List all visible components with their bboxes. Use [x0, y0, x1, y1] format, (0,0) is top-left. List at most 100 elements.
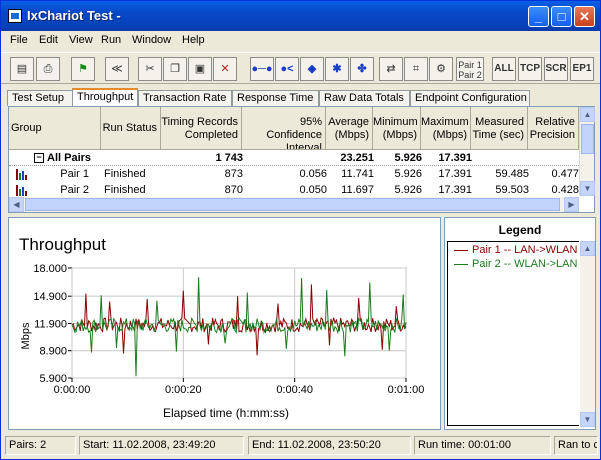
- col-maximum-line2: (Mbps): [432, 129, 467, 141]
- tab-strip: Test Setup Throughput Transaction Rate R…: [1, 88, 600, 106]
- table-hscroll-thumb[interactable]: [25, 198, 560, 211]
- table-row[interactable]: Pair 2 Finished 870 0.050 11.697 5.926 1…: [9, 183, 579, 198]
- throughput-chart: Throughput Mbps Elapsed time (h:mm:ss) 1…: [19, 235, 424, 420]
- legend-list: Pair 1 -- LAN->WLAN Pair 2 -- WLAN->LAN: [447, 241, 579, 426]
- menu-file[interactable]: File: [10, 34, 28, 46]
- x-tick-label: 0:00:40: [276, 384, 313, 396]
- all-pairs-label: All Pairs: [47, 152, 92, 164]
- options-icon[interactable]: ⚙: [429, 57, 453, 81]
- collapse-icon[interactable]: −: [34, 153, 44, 163]
- print-icon[interactable]: ⎙: [36, 57, 60, 81]
- menu-edit[interactable]: Edit: [39, 34, 58, 46]
- pair-status: Finished: [104, 184, 146, 196]
- y-tick-label: 8.900: [39, 346, 67, 358]
- col-minimum[interactable]: Minimum (Mbps): [373, 107, 421, 150]
- pair-maximum: 17.391: [438, 168, 472, 180]
- x-tick-label: 0:00:20: [165, 384, 202, 396]
- status-start: Start: 11.02.2008, 23:49:20: [79, 436, 244, 455]
- tab-transaction-rate[interactable]: Transaction Rate: [138, 90, 232, 106]
- menu-window[interactable]: Window: [132, 34, 171, 46]
- all-pairs-records: 1 743: [215, 152, 243, 164]
- save-icon[interactable]: ▤: [10, 57, 34, 81]
- tab-raw-data-totals[interactable]: Raw Data Totals: [319, 90, 410, 106]
- tab-endpoint-configuration[interactable]: Endpoint Configuration: [410, 90, 530, 106]
- col-confidence-line2: Interval: [285, 142, 322, 150]
- pair-average: 11.741: [341, 168, 374, 180]
- multi-pair-icon[interactable]: ✤: [350, 57, 374, 81]
- table-row-all-pairs[interactable]: − All Pairs 1 743 23.251 5.926 17.391: [9, 151, 579, 166]
- status-runtime: Run time: 00:01:00: [414, 436, 551, 455]
- col-group[interactable]: Group: [9, 107, 101, 150]
- col-average[interactable]: Average (Mbps): [326, 107, 373, 150]
- x-tick-label: 0:00:00: [54, 384, 91, 396]
- tab-throughput[interactable]: Throughput: [72, 88, 138, 106]
- scroll-down-icon[interactable]: ▼: [580, 181, 595, 196]
- cut-icon[interactable]: ✂: [138, 57, 162, 81]
- all-pairs-maximum: 17.391: [438, 152, 472, 164]
- table-vertical-scrollbar[interactable]: ▲ ▼: [579, 107, 595, 196]
- col-run-status[interactable]: Run Status: [101, 107, 161, 150]
- pair-precision: 0.477: [551, 168, 579, 180]
- pair-name: Pair 1: [60, 168, 89, 180]
- pair-name: Pair 2: [60, 184, 89, 196]
- scroll-up-icon[interactable]: ▲: [580, 241, 595, 256]
- col-confidence-line1: 95% Confidence: [266, 116, 322, 141]
- pair-status: Finished: [104, 168, 146, 180]
- col-measured-time-line1: Measured: [475, 116, 524, 128]
- pair-average: 11.697: [341, 184, 374, 196]
- col-relative-precision[interactable]: Relative Precision: [528, 107, 579, 150]
- filter-ep1-button[interactable]: EP1: [570, 57, 594, 81]
- swap-endpoints-icon[interactable]: ⇄: [379, 57, 403, 81]
- legend-title: Legend: [498, 223, 542, 237]
- col-maximum[interactable]: Maximum (Mbps): [421, 107, 471, 150]
- col-timing-records[interactable]: Timing Records Completed: [161, 107, 242, 150]
- status-pairs: Pairs: 2: [5, 436, 76, 455]
- add-multicast-icon[interactable]: ●<: [275, 57, 299, 81]
- close-button[interactable]: ✕: [574, 6, 595, 27]
- delete-icon[interactable]: ✕: [213, 57, 237, 81]
- app-icon: [8, 9, 22, 23]
- filter-scr-button[interactable]: SCR: [544, 57, 568, 81]
- menu-view[interactable]: View: [69, 34, 93, 46]
- table-vscroll-thumb[interactable]: [581, 124, 594, 154]
- y-tick-label: 18.000: [33, 263, 67, 275]
- run-icon[interactable]: ⚑: [71, 57, 95, 81]
- window-title: IxChariot Test -: [27, 8, 121, 23]
- minimize-button[interactable]: _: [528, 6, 549, 27]
- scroll-right-icon[interactable]: ▶: [564, 197, 579, 212]
- pair-confidence: 0.050: [299, 184, 327, 196]
- paste-icon[interactable]: ▣: [188, 57, 212, 81]
- maximize-button[interactable]: □: [551, 6, 572, 27]
- col-confidence[interactable]: 95% Confidence Interval: [242, 107, 326, 150]
- col-maximum-line1: Maximum: [421, 116, 469, 128]
- tab-response-time[interactable]: Response Time: [232, 90, 319, 106]
- stop-icon[interactable]: ≪: [105, 57, 129, 81]
- col-measured-time[interactable]: Measured Time (sec): [471, 107, 528, 150]
- legend-scrollbar[interactable]: ▲ ▼: [580, 241, 595, 427]
- menu-help[interactable]: Help: [182, 34, 205, 46]
- pair-toggle-button[interactable]: Pair 1 Pair 2: [456, 57, 484, 81]
- pair-toggle-line1: Pair 1: [458, 60, 482, 70]
- menu-run[interactable]: Run: [101, 34, 121, 46]
- col-minimum-line2: (Mbps): [382, 129, 417, 141]
- copy-icon[interactable]: ❐: [163, 57, 187, 81]
- filter-tcp-button[interactable]: TCP: [518, 57, 542, 81]
- legend-label: Pair 2 -- WLAN->LAN: [472, 258, 578, 270]
- filter-icon[interactable]: ⌗: [404, 57, 428, 81]
- y-tick-label: 14.900: [33, 291, 67, 303]
- filter-all-button[interactable]: ALL: [492, 57, 516, 81]
- table-row[interactable]: Pair 1 Finished 873 0.056 11.741 5.926 1…: [9, 167, 579, 182]
- pair-group-icon[interactable]: ◆: [300, 57, 324, 81]
- scroll-up-icon[interactable]: ▲: [580, 107, 595, 122]
- chart-title: Throughput: [19, 235, 106, 254]
- scroll-down-icon[interactable]: ▼: [580, 412, 595, 427]
- table-horizontal-scrollbar[interactable]: ◀ ▶: [9, 197, 579, 212]
- legend-entry-pair-1[interactable]: Pair 1 -- LAN->WLAN: [454, 244, 577, 256]
- col-relative-precision-line1: Relative: [535, 116, 575, 128]
- scroll-left-icon[interactable]: ◀: [9, 197, 24, 212]
- add-pair-icon[interactable]: ●─●: [250, 57, 274, 81]
- tab-test-setup[interactable]: Test Setup: [7, 90, 73, 106]
- legend-panel: Legend Pair 1 -- LAN->WLAN Pair 2 -- WLA…: [444, 217, 596, 430]
- edit-pair-icon[interactable]: ✱: [325, 57, 349, 81]
- legend-entry-pair-2[interactable]: Pair 2 -- WLAN->LAN: [454, 258, 577, 270]
